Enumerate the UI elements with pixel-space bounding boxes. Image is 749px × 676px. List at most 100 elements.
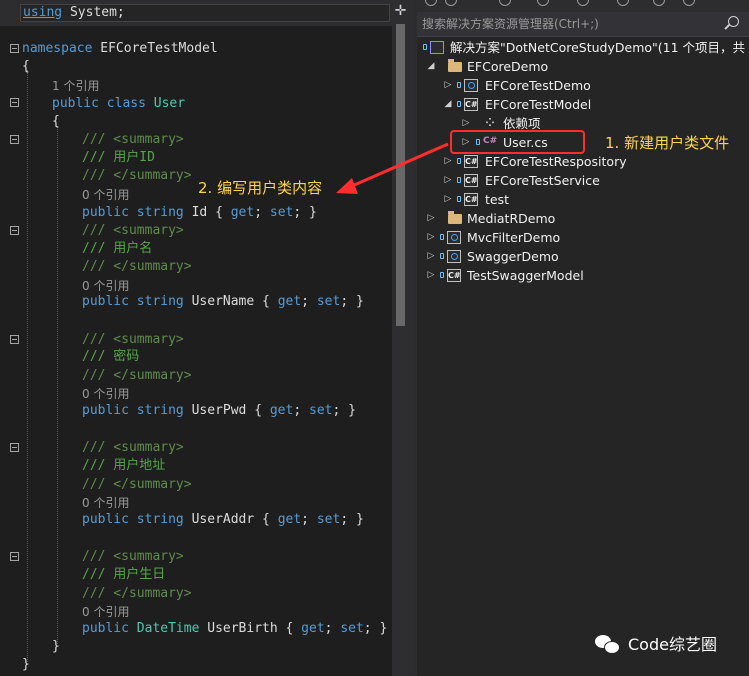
indent-guide bbox=[27, 70, 28, 662]
fold-toggle-icon[interactable] bbox=[10, 552, 19, 561]
xml-doc-summary-open: /// <summary> bbox=[82, 549, 184, 564]
collapsed-chevron-icon[interactable]: ▷ bbox=[443, 76, 453, 95]
collapsed-chevron-icon[interactable]: ▷ bbox=[426, 247, 436, 266]
back-icon[interactable] bbox=[425, 0, 437, 6]
collapse-all-icon[interactable] bbox=[653, 0, 665, 6]
xml-doc-summary-close: /// </summary> bbox=[82, 586, 192, 601]
using-keyword: using bbox=[23, 5, 63, 20]
tree-node-swaggerdemo[interactable]: ▷ SwaggerDemo bbox=[417, 247, 749, 266]
source-control-lock-icon bbox=[440, 234, 444, 240]
tree-node-label: EFCoreTestService bbox=[485, 173, 600, 188]
tree-node-mediatrdemo[interactable]: ▷ MediatRDemo bbox=[417, 209, 749, 228]
solution-search-box[interactable]: 搜索解决方案资源管理器(Ctrl+;) bbox=[417, 12, 749, 37]
fold-toggle-icon[interactable] bbox=[10, 335, 19, 344]
member-dropdown[interactable]: using System; bbox=[20, 4, 390, 22]
indent-guide bbox=[57, 126, 58, 644]
source-control-lock-icon bbox=[440, 253, 444, 259]
property-reference-count[interactable]: 0 个引用 bbox=[82, 603, 129, 621]
history-icon[interactable] bbox=[537, 0, 549, 6]
tree-node-label: SwaggerDemo bbox=[467, 249, 559, 264]
scrollbar-thumb[interactable] bbox=[396, 24, 405, 326]
fold-toggle-icon[interactable] bbox=[10, 98, 19, 107]
wechat-icon bbox=[595, 635, 621, 655]
tree-node-mvcfilterdemo[interactable]: ▷ MvcFilterDemo bbox=[417, 228, 749, 247]
properties-icon[interactable] bbox=[683, 0, 695, 6]
tree-node-label: EFCoreTestDemo bbox=[485, 78, 591, 93]
solution-explorer: 搜索解决方案资源管理器(Ctrl+;) 解决方案"DotNetCoreStudy… bbox=[417, 0, 749, 676]
csharp-project-icon: C# bbox=[464, 155, 478, 168]
tree-node-solution[interactable]: 解决方案"DotNetCoreStudyDemo"(11 个项目，共 11 bbox=[417, 38, 749, 57]
xml-doc-summary-open: /// <summary> bbox=[82, 132, 184, 147]
split-window-icon[interactable]: ✛ bbox=[392, 2, 409, 20]
fold-toggle-icon[interactable] bbox=[10, 44, 19, 53]
property-userpwd: public string UserPwd { get; set; } bbox=[82, 403, 356, 418]
code-editor[interactable]: using System; namespace EFCoreTestModel … bbox=[0, 0, 392, 676]
xml-doc-summary-open: /// <summary> bbox=[82, 223, 184, 238]
dependencies-icon: ⁘ bbox=[485, 116, 495, 129]
home-icon[interactable] bbox=[499, 0, 511, 6]
tree-node-efcoredemo[interactable]: ◢ EFCoreDemo bbox=[417, 57, 749, 76]
search-icon[interactable] bbox=[728, 16, 739, 27]
refresh-icon[interactable] bbox=[617, 0, 629, 6]
class-reference-count[interactable]: 1 个引用 bbox=[52, 77, 99, 95]
tree-node-efcoretestmodel[interactable]: ◢ C# EFCoreTestModel bbox=[417, 95, 749, 114]
source-control-lock-icon bbox=[457, 177, 461, 183]
tree-node-label: test bbox=[485, 192, 510, 207]
xml-doc-summary-close: /// </summary> bbox=[82, 477, 192, 492]
solution-folder-icon bbox=[448, 211, 462, 224]
collapsed-chevron-icon[interactable]: ▷ bbox=[443, 152, 453, 171]
xml-doc-summary-close: /// </summary> bbox=[82, 368, 192, 383]
solution-folder-icon bbox=[448, 59, 462, 72]
tree-node-efcoretestdemo[interactable]: ▷ EFCoreTestDemo bbox=[417, 76, 749, 95]
source-control-lock-icon bbox=[457, 101, 461, 107]
fold-toggle-icon[interactable] bbox=[10, 443, 19, 452]
property-reference-count[interactable]: 0 个引用 bbox=[82, 186, 129, 204]
editor-nav-bar: using System; bbox=[0, 0, 392, 26]
collapsed-chevron-icon[interactable]: ▷ bbox=[443, 190, 453, 209]
expanded-chevron-icon[interactable]: ◢ bbox=[443, 95, 453, 114]
tree-node-label: TestSwaggerModel bbox=[467, 268, 584, 283]
using-target: System; bbox=[62, 5, 125, 20]
tree-node-label: MvcFilterDemo bbox=[467, 230, 561, 245]
annotation-step-1: 1. 新建用户类文件 bbox=[605, 134, 730, 152]
tree-node-testswaggermodel[interactable]: ▷ C# TestSwaggerModel bbox=[417, 266, 749, 285]
xml-doc-comment: /// 用户名 bbox=[82, 241, 153, 256]
source-control-lock-icon bbox=[440, 272, 444, 278]
tree-node-label: EFCoreDemo bbox=[467, 59, 549, 74]
forward-icon[interactable] bbox=[445, 0, 457, 6]
search-placeholder: 搜索解决方案资源管理器(Ctrl+;) bbox=[422, 17, 599, 31]
collapsed-chevron-icon[interactable]: ▷ bbox=[443, 171, 453, 190]
xml-doc-comment: /// 用户ID bbox=[82, 150, 155, 165]
source-control-lock-icon bbox=[423, 44, 427, 50]
property-reference-count[interactable]: 0 个引用 bbox=[82, 494, 129, 512]
collapsed-chevron-icon[interactable]: ▷ bbox=[426, 209, 436, 228]
panel-splitter[interactable] bbox=[409, 0, 417, 676]
sync-icon[interactable] bbox=[577, 0, 589, 6]
tree-node-label: EFCoreTestModel bbox=[485, 97, 592, 112]
watermark-text: Code综艺圈 bbox=[628, 635, 717, 654]
class-brace-close: } bbox=[52, 639, 60, 654]
source-control-lock-icon bbox=[457, 196, 461, 202]
collapsed-chevron-icon[interactable]: ▷ bbox=[426, 228, 436, 247]
solution-explorer-toolbar bbox=[417, 0, 749, 12]
solution-icon bbox=[430, 41, 444, 54]
tree-node-test[interactable]: ▷ C# test bbox=[417, 190, 749, 209]
xml-doc-comment: /// 密码 bbox=[82, 349, 140, 364]
highlight-box-user-cs bbox=[450, 130, 585, 154]
tree-node-label: EFCoreTestRespository bbox=[485, 154, 627, 169]
xml-doc-comment: /// 用户生日 bbox=[82, 567, 166, 582]
tree-node-label: MediatRDemo bbox=[467, 211, 556, 226]
collapsed-chevron-icon[interactable]: ▷ bbox=[426, 266, 436, 285]
xml-doc-comment: /// 用户地址 bbox=[82, 458, 166, 473]
tree-node-efcoretestrespository[interactable]: ▷ C# EFCoreTestRespository bbox=[417, 152, 749, 171]
fold-toggle-icon[interactable] bbox=[10, 226, 19, 235]
editor-vertical-scrollbar[interactable]: ✛ bbox=[392, 0, 409, 676]
xml-doc-summary-open: /// <summary> bbox=[82, 440, 184, 455]
xml-doc-summary-close: /// </summary> bbox=[82, 168, 192, 183]
csharp-project-icon: C# bbox=[464, 193, 478, 206]
fold-toggle-icon[interactable] bbox=[10, 135, 19, 144]
source-control-lock-icon bbox=[457, 82, 461, 88]
property-reference-count[interactable]: 0 个引用 bbox=[82, 385, 129, 403]
tree-node-efcoretestservice[interactable]: ▷ C# EFCoreTestService bbox=[417, 171, 749, 190]
expanded-chevron-icon[interactable]: ◢ bbox=[426, 57, 436, 76]
